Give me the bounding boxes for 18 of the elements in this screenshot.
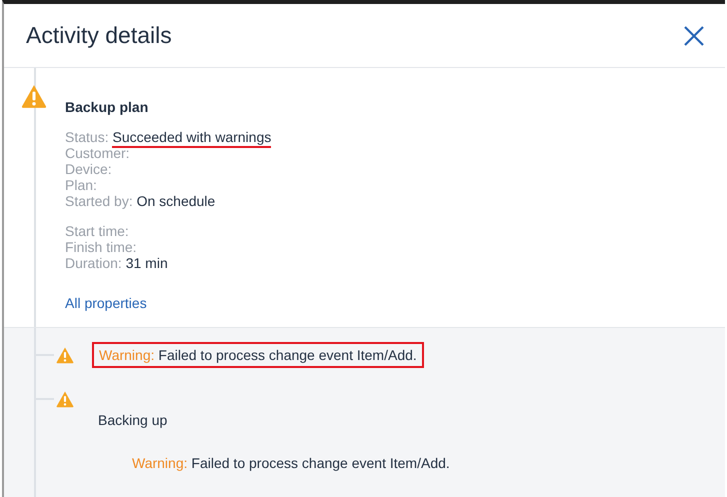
property-row-text: Duration: 31 min: [65, 255, 169, 271]
close-button[interactable]: [683, 24, 705, 46]
property-row-text: Customer:: [65, 145, 131, 161]
warning-message: Warning: Failed to process change event Item/Add.: [131, 454, 451, 473]
property-row-text: Plan:: [65, 177, 98, 193]
all-properties-link[interactable]: All properties: [65, 295, 147, 311]
activity-title: Backup plan: [65, 99, 150, 115]
warning-icon: [56, 346, 74, 364]
property-row: Status: Succeeded with warnings: [65, 129, 725, 145]
property-row-text: Start time:: [65, 223, 130, 239]
property-row-text: Started by: On schedule: [65, 193, 216, 209]
dialog-title: Activity details: [26, 22, 172, 49]
warning-icon: [56, 390, 74, 408]
property-row-text: Finish time:: [65, 239, 138, 255]
property-row-text: Device:: [65, 161, 113, 177]
step-title: Backing up: [97, 412, 168, 428]
warning-icon: [21, 83, 47, 109]
warning-message: Warning: Failed to process change event Item/Add.: [92, 342, 424, 368]
